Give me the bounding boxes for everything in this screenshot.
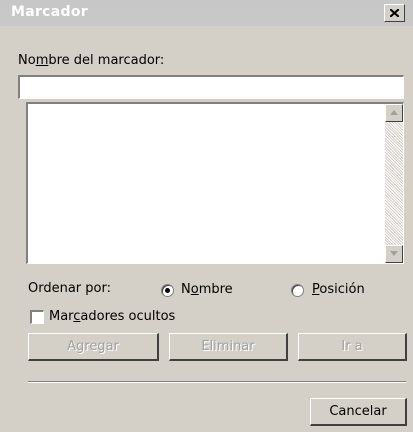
- arrow-down-icon: [390, 251, 398, 256]
- hidden-bookmarks-label[interactable]: Marcadores ocultos: [49, 309, 175, 324]
- radio-selected-dot: [165, 288, 170, 293]
- delete-button[interactable]: Eliminar: [169, 333, 288, 361]
- close-button[interactable]: [384, 4, 405, 22]
- separator: [28, 381, 406, 383]
- sort-position-radio[interactable]: [291, 284, 304, 297]
- close-icon: [390, 9, 399, 17]
- goto-button[interactable]: Ir a: [298, 333, 407, 361]
- list-scrollbar[interactable]: [385, 104, 403, 263]
- add-button[interactable]: Agregar: [28, 333, 159, 361]
- hidden-bookmarks-checkbox[interactable]: [30, 310, 44, 324]
- sort-name-radio[interactable]: [161, 284, 174, 297]
- scroll-up-button[interactable]: [385, 104, 403, 122]
- bookmark-name-input[interactable]: [18, 75, 404, 99]
- title-bar[interactable]: Marcador: [0, 0, 413, 26]
- bookmark-list[interactable]: [26, 102, 404, 264]
- bookmark-name-label: Nombre del marcador:: [18, 53, 164, 68]
- bookmark-dialog: Marcador Nombre del marcador: Ordenar po…: [0, 0, 413, 432]
- scroll-down-button[interactable]: [385, 245, 403, 263]
- sort-by-label: Ordenar por:: [28, 281, 111, 296]
- sort-name-label[interactable]: Nombre: [181, 282, 233, 297]
- arrow-up-icon: [390, 110, 398, 115]
- cancel-button[interactable]: Cancelar: [310, 398, 407, 426]
- sort-position-label[interactable]: Posición: [312, 282, 365, 297]
- bookmark-name-label-text: Nombre del marcador:: [18, 53, 165, 68]
- window-title: Marcador: [11, 4, 88, 20]
